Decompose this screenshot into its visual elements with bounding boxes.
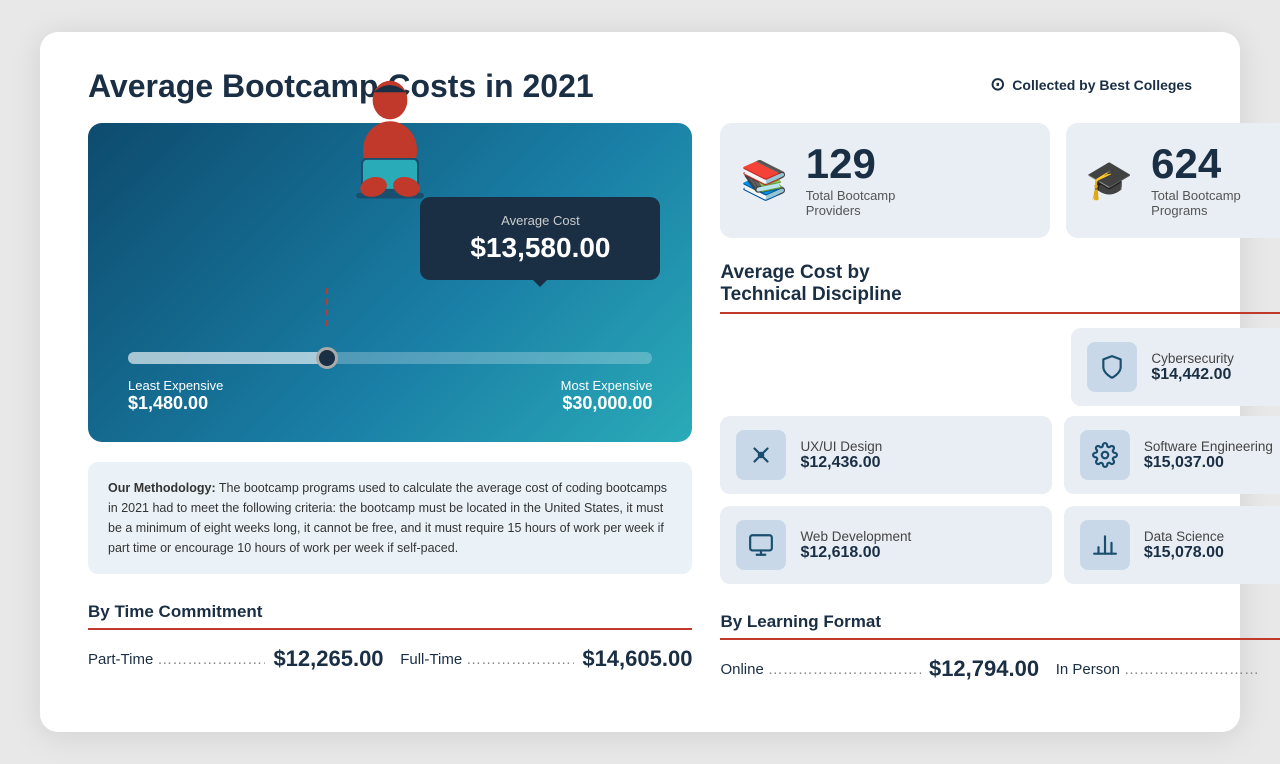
avg-cost-value: $13,580.00 [448, 232, 632, 264]
avg-cost-label: Average Cost [448, 213, 632, 228]
by-format-divider [720, 638, 1280, 640]
programs-number: 624 [1151, 143, 1241, 185]
uxui-name: UX/UI Design [800, 439, 882, 454]
stat-info-programs: 624 Total BootcampPrograms [1151, 143, 1241, 218]
discipline-card-datascience: Data Science $15,078.00 [1064, 506, 1280, 584]
left-column: Average Cost $13,580.00 Leas [88, 123, 692, 672]
books-icon: 📚 [740, 159, 787, 203]
webdev-amount: $12,618.00 [800, 544, 911, 562]
slider-dashed-line [326, 288, 328, 326]
header-row: Average Bootcamp Costs in 2021 ⊙ Collect… [88, 68, 1192, 105]
discipline-title: Average Cost byTechnical Discipline [720, 262, 1280, 306]
discipline-card-software: Software Engineering $15,037.00 [1064, 416, 1280, 494]
min-label: Least Expensive $1,480.00 [128, 378, 223, 414]
main-content: Average Cost $13,580.00 Leas [88, 123, 1192, 682]
discipline-divider [720, 312, 1280, 314]
check-icon: ⊙ [990, 74, 1005, 95]
stat-card-programs: 🎓 624 Total BootcampPrograms [1066, 123, 1280, 238]
webdev-info: Web Development $12,618.00 [800, 529, 911, 562]
right-column: 📚 129 Total BootcampProviders 🎓 624 Tota… [720, 123, 1280, 682]
software-name: Software Engineering [1144, 439, 1273, 454]
uxui-amount: $12,436.00 [800, 454, 882, 472]
discipline-section: Average Cost byTechnical Discipline Cybe… [720, 262, 1280, 584]
max-value: $30,000.00 [561, 393, 653, 414]
cyber-row: Cybersecurity $14,442.00 [720, 328, 1280, 406]
graduation-icon: 🎓 [1086, 159, 1133, 203]
part-time-value: $12,265.00 [273, 646, 383, 672]
by-format-title: By Learning Format [720, 612, 1280, 632]
gear-icon [1080, 430, 1130, 480]
person-illustration [325, 73, 455, 213]
stat-card-providers: 📚 129 Total BootcampProviders [720, 123, 1049, 238]
cybersecurity-amount: $14,442.00 [1151, 366, 1234, 384]
methodology-label: Our Methodology: [108, 481, 216, 495]
cybersecurity-info: Cybersecurity $14,442.00 [1151, 351, 1234, 384]
part-time-label: Part-Time [88, 651, 153, 668]
collected-by: ⊙ Collected by Best Colleges [990, 68, 1192, 95]
by-time-section: By Time Commitment Part-Time ……………………… $… [88, 602, 692, 672]
shield-icon [1087, 342, 1137, 392]
by-format-section: By Learning Format Online ……………………………… $… [720, 612, 1280, 682]
monitor-icon [736, 520, 786, 570]
inperson-label: In Person [1056, 661, 1120, 678]
full-time-label: Full-Time [400, 651, 462, 668]
chart-icon [1080, 520, 1130, 570]
datascience-name: Data Science [1144, 529, 1224, 544]
min-value: $1,480.00 [128, 393, 223, 414]
by-format-row: Online ……………………………… $12,794.00 In Person… [720, 656, 1280, 682]
hero-banner: Average Cost $13,580.00 Leas [88, 123, 692, 442]
methodology-box: Our Methodology: The bootcamp programs u… [88, 462, 692, 574]
software-amount: $15,037.00 [1144, 454, 1273, 472]
cost-callout: Average Cost $13,580.00 [420, 197, 660, 280]
software-info: Software Engineering $15,037.00 [1144, 439, 1273, 472]
discipline-card-uxui: UX/UI Design $12,436.00 [720, 416, 1051, 494]
stat-info-providers: 129 Total BootcampProviders [806, 143, 896, 218]
stats-row: 📚 129 Total BootcampProviders 🎓 624 Tota… [720, 123, 1280, 238]
main-card: Average Bootcamp Costs in 2021 ⊙ Collect… [40, 32, 1240, 732]
online-label: Online [720, 661, 763, 678]
max-label: Most Expensive $30,000.00 [561, 378, 653, 414]
by-time-row-1: Part-Time ……………………… $12,265.00 Full-Time… [88, 646, 692, 672]
slider-track [128, 352, 652, 364]
datascience-info: Data Science $15,078.00 [1144, 529, 1224, 562]
discipline-grid: UX/UI Design $12,436.00 Software Enginee… [720, 416, 1280, 584]
providers-label: Total BootcampProviders [806, 188, 896, 218]
online-value: $12,794.00 [929, 656, 1039, 682]
slider-fill [128, 352, 327, 364]
datascience-amount: $15,078.00 [1144, 544, 1224, 562]
slider-area: Least Expensive $1,480.00 Most Expensive… [120, 318, 660, 414]
design-icon [736, 430, 786, 480]
slider-dot [316, 347, 338, 369]
uxui-info: UX/UI Design $12,436.00 [800, 439, 882, 472]
by-time-title: By Time Commitment [88, 602, 692, 622]
full-time-value: $14,605.00 [582, 646, 692, 672]
slider-labels: Least Expensive $1,480.00 Most Expensive… [128, 378, 652, 414]
discipline-card-webdev: Web Development $12,618.00 [720, 506, 1051, 584]
programs-label: Total BootcampPrograms [1151, 188, 1241, 218]
discipline-card-cybersecurity: Cybersecurity $14,442.00 [1071, 328, 1280, 406]
providers-number: 129 [806, 143, 896, 185]
webdev-name: Web Development [800, 529, 911, 544]
cybersecurity-name: Cybersecurity [1151, 351, 1234, 366]
collected-by-label: Collected by Best Colleges [1012, 77, 1192, 93]
by-time-divider [88, 628, 692, 630]
